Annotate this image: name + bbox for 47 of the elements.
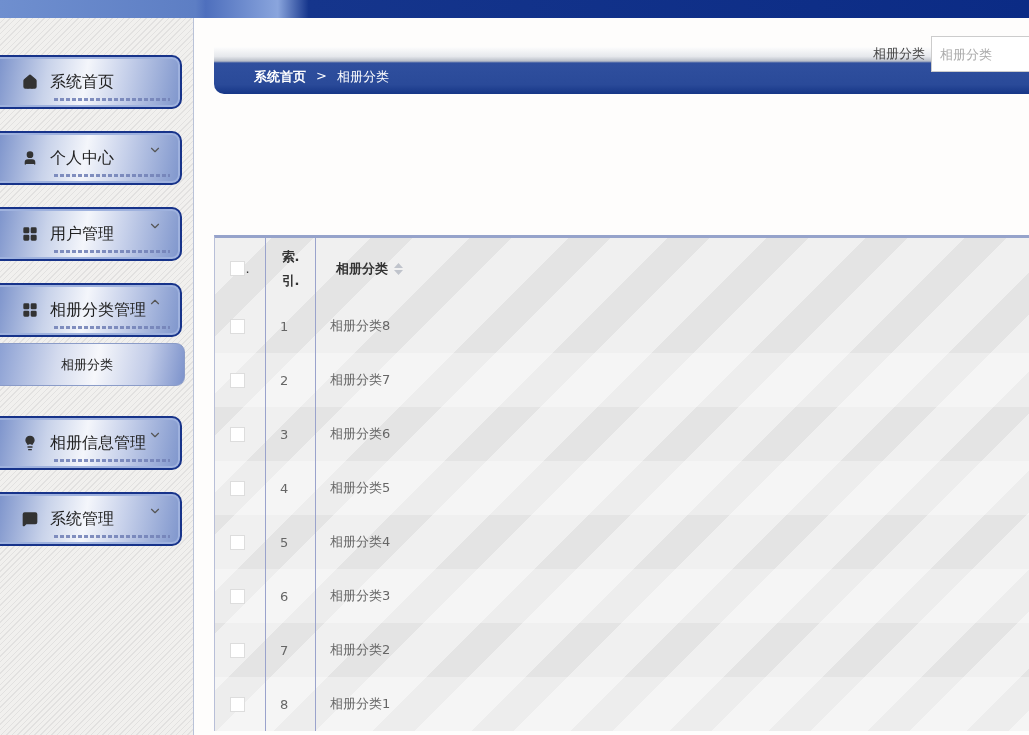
column-header[interactable]: 相册分类 xyxy=(336,259,388,278)
chat-icon xyxy=(22,511,38,527)
search-label: 相册分类 xyxy=(873,45,925,63)
menu-item[interactable]: 相册分类管理 xyxy=(0,283,182,337)
breadcrumb-separator: > xyxy=(316,68,327,83)
select-all-checkbox[interactable] xyxy=(230,261,246,276)
grid-icon xyxy=(22,226,38,242)
row-checkbox[interactable] xyxy=(230,534,245,550)
column-header: 索.引. xyxy=(280,247,301,290)
table-cell: 6 xyxy=(280,588,289,604)
header-label: . xyxy=(245,261,250,276)
row-checkbox[interactable] xyxy=(230,696,245,712)
submenu-item[interactable]: 相册分类 xyxy=(0,343,185,386)
menu-item[interactable]: 系统首页 xyxy=(0,55,182,109)
breadcrumb-link[interactable]: 相册分类 xyxy=(336,68,389,86)
row-checkbox[interactable] xyxy=(230,588,245,604)
menu-item[interactable]: 相册信息管理 xyxy=(0,416,182,470)
table-cell: 7 xyxy=(280,642,289,658)
row-checkbox[interactable] xyxy=(230,480,245,496)
sort-icon[interactable] xyxy=(394,262,403,275)
home-icon xyxy=(22,74,38,90)
grid-icon xyxy=(22,302,38,318)
table-cell: 相册分类2 xyxy=(330,641,391,659)
table-cell: 4 xyxy=(280,480,289,496)
menu-item[interactable]: 用户管理 xyxy=(0,207,182,261)
row-checkbox[interactable] xyxy=(230,372,245,388)
menu-item[interactable]: 个人中心 xyxy=(0,131,182,185)
search-field[interactable]: 相册分类 xyxy=(931,36,1029,72)
user-icon xyxy=(22,150,38,166)
table-cell: 相册分类3 xyxy=(330,587,391,605)
row-checkbox[interactable] xyxy=(230,642,245,658)
table-cell: 2 xyxy=(280,372,289,388)
lightbulb-icon xyxy=(22,435,38,451)
table-cell: 相册分类5 xyxy=(330,479,391,497)
table-cell: 相册分类4 xyxy=(330,533,391,551)
table-cell: 相册分类6 xyxy=(330,425,391,443)
table-cell: 相册分类8 xyxy=(330,317,391,335)
table-cell: 相册分类1 xyxy=(330,695,391,713)
table-cell: 1 xyxy=(280,318,289,334)
row-checkbox[interactable] xyxy=(230,318,245,334)
row-checkbox[interactable] xyxy=(230,426,245,442)
table-cell: 8 xyxy=(280,696,289,712)
breadcrumb-link[interactable]: 系统首页 xyxy=(254,68,306,86)
table-cell: 相册分类7 xyxy=(330,371,391,389)
table-cell: 3 xyxy=(280,426,289,442)
menu-item[interactable]: 系统管理 xyxy=(0,492,182,546)
table-cell: 5 xyxy=(280,534,289,550)
